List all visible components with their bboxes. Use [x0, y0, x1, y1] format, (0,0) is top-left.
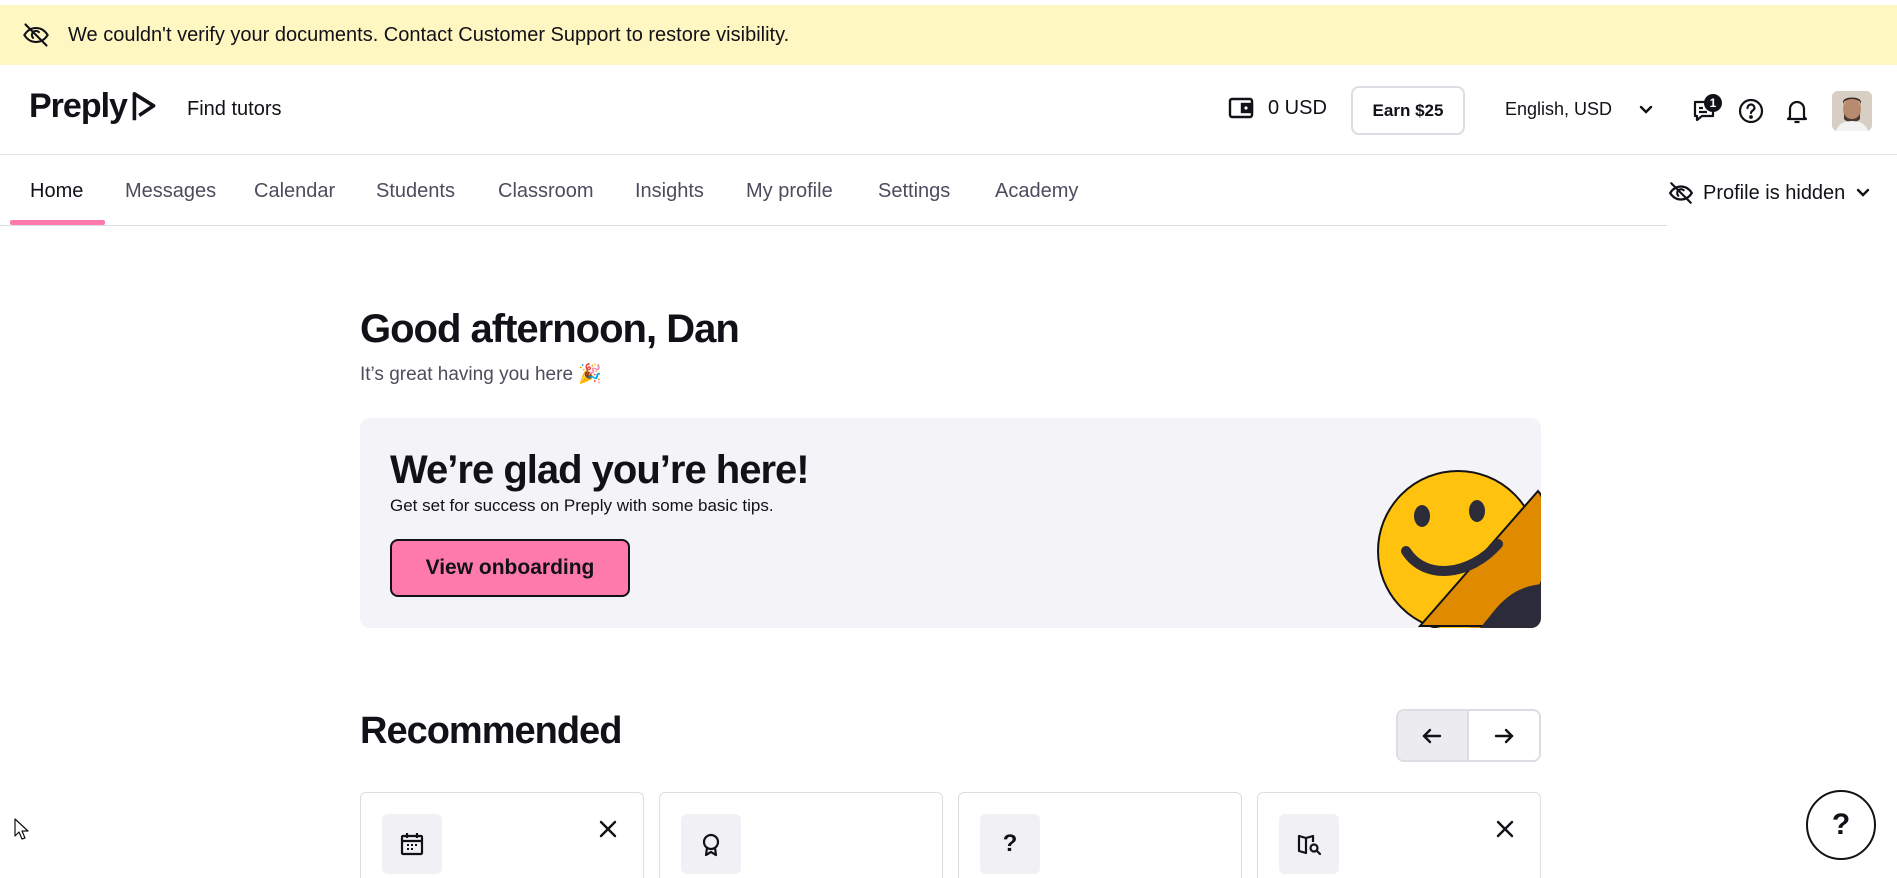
book-search-icon — [1297, 834, 1322, 856]
onboarding-subtitle: Get set for success on Preply with some … — [390, 496, 774, 515]
verification-banner: We couldn't verify your documents. Conta… — [0, 5, 1897, 65]
arrow-right-icon — [1494, 728, 1514, 743]
balance-amount: 0 USD — [1268, 96, 1327, 119]
recommended-title: Recommended — [360, 710, 622, 752]
arrow-left-icon — [1422, 728, 1442, 743]
tab-home[interactable]: Home — [30, 180, 83, 203]
messages-badge: 1 — [1704, 94, 1722, 112]
tab-insights[interactable]: Insights — [635, 180, 704, 203]
bell-icon[interactable] — [1782, 96, 1812, 126]
language-label: English, USD — [1505, 99, 1613, 119]
top-header: Preply Find tutors 0 USD Earn $25 Englis… — [0, 65, 1897, 155]
chevron-down-icon — [1639, 105, 1653, 114]
find-tutors-link[interactable]: Find tutors — [187, 98, 281, 121]
main-nav: Home Messages Calendar Students Classroo… — [0, 156, 1897, 226]
logo-mark-icon — [132, 91, 156, 120]
recommended-card[interactable] — [360, 792, 644, 878]
mouse-cursor-icon — [14, 818, 29, 840]
tab-messages[interactable]: Messages — [125, 180, 216, 203]
question-icon: ? — [980, 814, 1040, 874]
smiley-illustration-icon — [1377, 470, 1541, 628]
logo-text: Preply — [29, 87, 128, 125]
tab-classroom[interactable]: Classroom — [498, 180, 594, 203]
carousel-prev-button[interactable] — [1398, 711, 1469, 760]
earn-button[interactable]: Earn $25 — [1351, 86, 1465, 135]
award-icon — [702, 833, 720, 857]
recommended-card[interactable] — [1257, 792, 1541, 878]
card-icon-box — [681, 814, 741, 874]
chevron-down-icon — [1857, 188, 1870, 197]
tab-students[interactable]: Students — [376, 180, 455, 203]
balance-display[interactable]: 0 USD — [1228, 96, 1327, 120]
preply-logo[interactable]: Preply — [29, 87, 159, 126]
avatar-image — [1832, 91, 1872, 131]
language-currency-select[interactable]: English, USD — [1505, 99, 1656, 120]
recommended-card[interactable]: ? — [958, 792, 1242, 878]
onboarding-title: We’re glad you’re here! — [390, 448, 810, 492]
eye-off-icon — [23, 23, 49, 47]
calendar-icon — [400, 833, 424, 856]
card-icon-box — [382, 814, 442, 874]
tab-academy[interactable]: Academy — [995, 180, 1078, 203]
tab-settings[interactable]: Settings — [878, 180, 950, 203]
onboarding-card: We’re glad you’re here! Get set for succ… — [360, 418, 1541, 628]
tab-my-profile[interactable]: My profile — [746, 180, 833, 203]
close-icon[interactable] — [597, 818, 619, 840]
card-icon-box — [1279, 814, 1339, 874]
eye-off-icon — [1668, 182, 1694, 204]
greeting-title: Good afternoon, Dan — [360, 307, 740, 351]
carousel-controls — [1396, 709, 1541, 762]
wallet-icon — [1228, 97, 1254, 119]
carousel-next-button[interactable] — [1468, 711, 1539, 760]
profile-visibility-dropdown[interactable]: Profile is hidden — [1667, 180, 1873, 206]
help-chat-button[interactable]: ? — [1806, 790, 1876, 860]
recommended-card[interactable] — [659, 792, 943, 878]
tab-calendar[interactable]: Calendar — [254, 180, 335, 203]
help-icon[interactable] — [1736, 96, 1766, 126]
banner-text: We couldn't verify your documents. Conta… — [68, 23, 790, 46]
view-onboarding-button[interactable]: View onboarding — [390, 539, 630, 597]
user-avatar[interactable] — [1832, 91, 1872, 131]
profile-status-label: Profile is hidden — [1703, 181, 1846, 204]
greeting-subtitle: It’s great having you here 🎉 — [360, 364, 602, 385]
nav-divider — [0, 225, 1667, 226]
close-icon[interactable] — [1494, 818, 1516, 840]
